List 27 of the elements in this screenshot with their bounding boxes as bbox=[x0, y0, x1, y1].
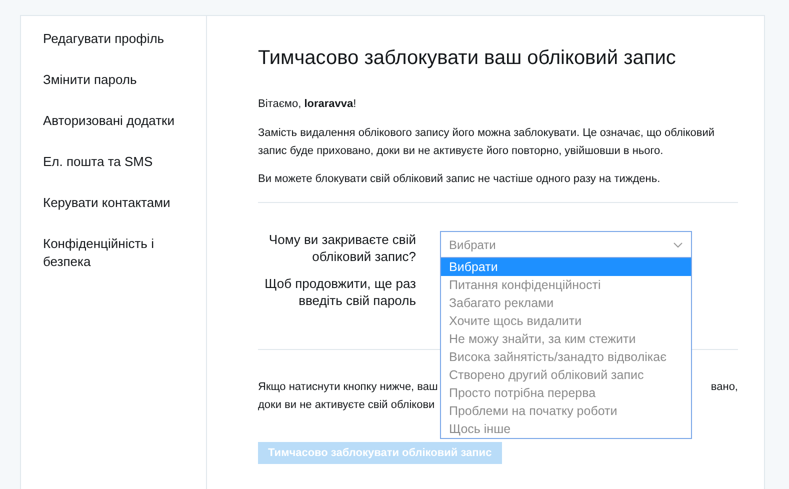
chevron-down-icon bbox=[673, 242, 683, 248]
dropdown-option[interactable]: Вибрати bbox=[441, 258, 691, 276]
dropdown-option[interactable]: Щось інше bbox=[441, 420, 691, 438]
notice-text: вано, bbox=[710, 380, 738, 395]
info-paragraph: Замість видалення облікового запису його можна заблокувати. Це означає, що обліковий запис буде приховано, доки ви не активуєте його повторно, увійшовши в нього. bbox=[258, 126, 716, 159]
sidebar-item[interactable]: Конфіденційність і безпека bbox=[43, 235, 196, 271]
greeting-text: Вітаємо, loraravva! bbox=[258, 97, 358, 112]
sidebar-item[interactable]: Авторизовані додатки bbox=[43, 112, 196, 130]
dropdown-option[interactable]: Питання конфіденційності bbox=[441, 276, 691, 294]
reason-label: Чому ви закриваєте свій обліковий запис? bbox=[268, 231, 416, 265]
dropdown-option[interactable]: Не можу знайти, за ким стежити bbox=[441, 330, 691, 348]
sidebar-item[interactable]: Керувати контактами bbox=[43, 194, 196, 212]
dropdown-option[interactable]: Просто потрібна перерва bbox=[441, 384, 691, 402]
notice-text: Якщо натиснути кнопку нижче, ваш bbox=[258, 380, 438, 395]
sidebar-item[interactable]: Редагувати профіль bbox=[43, 30, 196, 48]
dropdown-option[interactable]: Створено другий обліковий запис bbox=[441, 366, 691, 384]
info-paragraph: Ви можете блокувати свій обліковий запис не частіше одного разу на тиждень. bbox=[258, 172, 662, 187]
notice-text: доки ви не активуєте свій облікови bbox=[258, 399, 435, 411]
dropdown-option[interactable]: Проблеми на початку роботи bbox=[441, 402, 691, 420]
password-label: Щоб продовжити, ще раз введіть свій пароль bbox=[264, 275, 416, 309]
page-title: Тимчасово заблокувати ваш обліковий запис bbox=[258, 46, 677, 71]
dropdown-option[interactable]: Висока зайнятість/занадто відволікає bbox=[441, 348, 691, 366]
sidebar-item[interactable]: Змінити пароль bbox=[43, 71, 196, 89]
sidebar-item[interactable]: Ел. пошта та SMS bbox=[43, 153, 196, 171]
dropdown-option[interactable]: Хочите щось видалити bbox=[441, 312, 691, 330]
reason-select[interactable]: Вибрати bbox=[440, 231, 692, 258]
dropdown-option[interactable]: Забагато реклами bbox=[441, 294, 691, 312]
